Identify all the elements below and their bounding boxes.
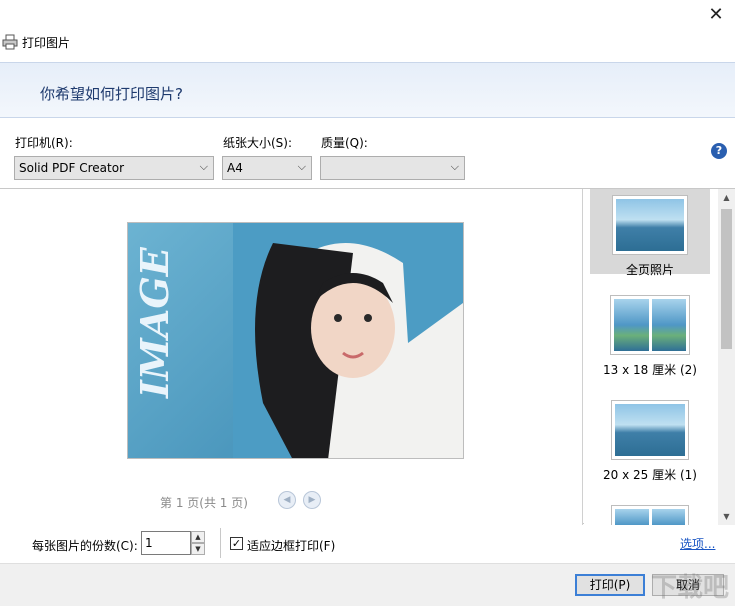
layout-thumbnail xyxy=(611,505,689,525)
page-title: 你希望如何打印图片? xyxy=(40,85,183,103)
printer-icon xyxy=(2,34,18,50)
page-indicator: 第 1 页(共 1 页) xyxy=(160,496,248,510)
layout-label: 全页照片 xyxy=(625,263,674,277)
scroll-down-icon[interactable]: ▼ xyxy=(718,508,735,525)
quality-label: 质量(Q): xyxy=(321,136,368,150)
layout-thumbnail xyxy=(612,195,688,255)
prev-page-icon[interactable]: ◀ xyxy=(278,491,296,509)
title-bar: 打印图片 xyxy=(0,32,70,52)
preview-pane: IMAGE 第 1 页(共 1 页) ◀ ▶ xyxy=(0,189,583,525)
layout-scrollbar[interactable]: ▲ ▼ xyxy=(718,189,735,525)
paper-size-label: 纸张大小(S): xyxy=(223,136,293,150)
printer-select[interactable]: Solid PDF Creator ⌵ xyxy=(14,156,214,180)
photo-preview: IMAGE xyxy=(127,222,464,459)
header-banner: 你希望如何打印图片? xyxy=(0,62,735,118)
content-area: IMAGE 第 1 页(共 1 页) ◀ ▶ 全页照片 13 x 18 厘米 (… xyxy=(0,188,735,525)
scrollbar-thumb[interactable] xyxy=(721,209,732,349)
photo-title-text: IMAGE xyxy=(132,247,177,398)
layout-item-20x25[interactable]: 20 x 25 厘米 (1) xyxy=(590,394,710,489)
scroll-up-icon[interactable]: ▲ xyxy=(718,189,735,206)
layout-item-more[interactable] xyxy=(590,499,710,525)
help-icon[interactable]: ? xyxy=(711,143,727,159)
layout-item-13x18[interactable]: 13 x 18 厘米 (2) xyxy=(590,289,710,384)
layout-thumbnail xyxy=(610,295,690,355)
portrait-image xyxy=(233,223,463,458)
window-title: 打印图片 xyxy=(22,35,71,50)
print-pictures-dialog: ✕ 打印图片 你希望如何打印图片? 打印机(R): Solid PDF Crea… xyxy=(0,0,735,606)
copies-input[interactable]: 1 xyxy=(141,531,191,555)
paper-size-value: A4 xyxy=(227,161,243,175)
layout-thumbnail xyxy=(611,400,689,460)
fit-to-frame-label: 适应边框打印(F) xyxy=(247,539,336,553)
layout-label: 13 x 18 厘米 (2) xyxy=(603,363,697,377)
layout-list: 全页照片 13 x 18 厘米 (2) 20 x 25 厘米 (1) ▲ ▼ xyxy=(584,189,735,525)
printer-label: 打印机(R): xyxy=(15,136,73,150)
chevron-down-icon: ⌵ xyxy=(450,160,459,173)
layout-item-full-page[interactable]: 全页照片 xyxy=(590,189,710,277)
chevron-down-icon: ⌵ xyxy=(297,160,306,173)
quality-select[interactable]: ⌵ xyxy=(320,156,465,180)
fit-to-frame-checkbox[interactable]: ✓ xyxy=(230,537,243,550)
footer: 打印(P) 取消 下载吧 xyxy=(0,563,735,606)
layout-label: 20 x 25 厘米 (1) xyxy=(603,468,697,482)
printer-select-value: Solid PDF Creator xyxy=(19,161,125,175)
spin-up-icon[interactable]: ▲ xyxy=(191,531,205,543)
options-link[interactable]: 选项... xyxy=(680,535,715,552)
paper-size-select[interactable]: A4 ⌵ xyxy=(222,156,312,180)
next-page-icon[interactable]: ▶ xyxy=(303,491,321,509)
copies-label: 每张图片的份数(C): xyxy=(32,539,138,553)
divider xyxy=(220,528,221,558)
close-icon[interactable]: ✕ xyxy=(707,6,725,24)
chevron-down-icon: ⌵ xyxy=(199,160,208,173)
watermark: 下载吧 xyxy=(650,573,729,603)
print-button[interactable]: 打印(P) xyxy=(575,574,645,596)
spin-down-icon[interactable]: ▼ xyxy=(191,543,205,555)
